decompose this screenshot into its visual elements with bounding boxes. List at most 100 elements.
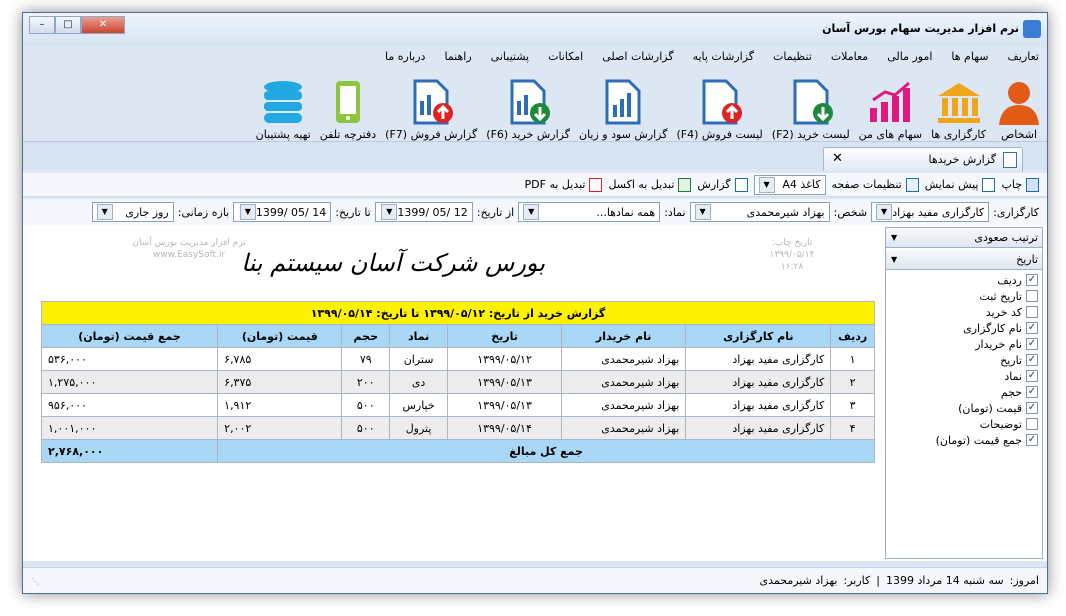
- checkbox-checked-icon[interactable]: ✓: [1026, 322, 1038, 334]
- menu-item[interactable]: درباره ما: [385, 50, 425, 63]
- minimize-icon[interactable]: –: [29, 16, 55, 34]
- from-date-label: از تاریخ:: [476, 205, 515, 219]
- table-cell: ۶,۷۸۵: [217, 347, 343, 371]
- checkbox-checked-icon[interactable]: ✓: [1026, 274, 1038, 286]
- column-toggle[interactable]: ✓ نام خریدار: [886, 336, 1042, 352]
- table-cell: ۳: [830, 393, 875, 417]
- column-toggle[interactable]: توضیحات: [886, 416, 1042, 432]
- column-toggle[interactable]: ✓ حجم: [886, 384, 1042, 400]
- table-cell: ۴: [830, 416, 875, 440]
- close-tab-icon[interactable]: ✕: [832, 151, 843, 166]
- close-icon[interactable]: ✕: [81, 16, 125, 34]
- total-row: جمع کل مبالغ ۲,۷۶۸,۰۰۰: [40, 439, 875, 463]
- column-toggle-label: تاریخ: [1000, 353, 1022, 367]
- column-toggle[interactable]: ✓ تاریخ: [886, 352, 1042, 368]
- persons-button[interactable]: اشخاص: [995, 78, 1043, 147]
- buy-list-button[interactable]: لیست خرید (F2): [772, 78, 850, 147]
- pdf-export-button[interactable]: تبدیل به PDF: [525, 177, 603, 192]
- table-cell: ۱,۲۷۵,۰۰۰: [40, 370, 219, 394]
- broker-select[interactable]: کارگزاری مفید بهزاد ▼: [871, 202, 990, 222]
- title-bar: نرم افزار مدیریت سهام بورس آسان – □ ✕: [23, 13, 1047, 45]
- table-cell: دی: [389, 370, 449, 394]
- checkbox-checked-icon[interactable]: ✓: [1026, 338, 1038, 350]
- column-toggle[interactable]: تاریخ ثبت: [886, 288, 1042, 304]
- from-date-picker[interactable]: ▼ 1399/ 05/ 12: [374, 202, 473, 222]
- maximize-icon[interactable]: □: [55, 16, 81, 34]
- chevron-down-icon: ▼: [96, 204, 113, 220]
- menu-item[interactable]: تعاریف: [1008, 50, 1039, 63]
- sort-field-dropdown[interactable]: تاریخ ▼: [886, 250, 1042, 270]
- column-toggle[interactable]: ✓ نماد: [886, 368, 1042, 384]
- profit-loss-report-button[interactable]: گزارش سود و زیان: [579, 78, 668, 147]
- checkbox-checked-icon[interactable]: ✓: [1026, 354, 1038, 366]
- main-window: نرم افزار مدیریت سهام بورس آسان – □ ✕ تع…: [22, 12, 1048, 594]
- checkbox-unchecked-icon[interactable]: [1026, 290, 1038, 302]
- report-up-icon: [407, 78, 455, 126]
- report-button[interactable]: گزارش: [697, 177, 748, 192]
- preview-button[interactable]: پیش نمایش: [925, 177, 996, 192]
- checkbox-unchecked-icon[interactable]: [1026, 418, 1038, 430]
- period-label: بازه زمانی:: [177, 205, 230, 219]
- menu-item[interactable]: تنظیمات: [773, 50, 812, 63]
- column-toggle[interactable]: ✓ قیمت (تومان): [886, 400, 1042, 416]
- menu-item[interactable]: امور مالی: [887, 50, 932, 63]
- chart-icon: [866, 78, 914, 126]
- print-button[interactable]: چاپ: [1001, 177, 1039, 192]
- checkbox-checked-icon[interactable]: ✓: [1026, 386, 1038, 398]
- to-date-picker[interactable]: ▼ 1399/ 05/ 14: [233, 202, 332, 222]
- menu-item[interactable]: معاملات: [831, 50, 868, 63]
- table-cell: ۱۳۹۹/۰۵/۱۲: [447, 347, 562, 371]
- column-toggle[interactable]: ✓ جمع قیمت (تومان): [886, 432, 1042, 448]
- menu-item[interactable]: گزارشات پایه: [693, 50, 754, 63]
- symbol-select[interactable]: همه نمادها... ▼: [518, 202, 661, 222]
- checkbox-checked-icon[interactable]: ✓: [1026, 434, 1038, 446]
- backup-button[interactable]: تهیه پشتیبان: [256, 78, 311, 147]
- checkbox-checked-icon[interactable]: ✓: [1026, 370, 1038, 382]
- excel-export-button[interactable]: تبدیل به اکسل: [608, 177, 692, 192]
- today-date: سه شنبه 14 مرداد 1399: [885, 574, 1004, 587]
- chevron-down-icon: ▼: [239, 204, 256, 220]
- sell-list-button[interactable]: لیست فروش (F4): [677, 78, 763, 147]
- chevron-down-icon: ▼: [523, 204, 540, 220]
- menu-item[interactable]: سهام ها: [951, 50, 988, 63]
- tab-purchase-report[interactable]: گزارش خریدها ✕: [823, 147, 1023, 171]
- pdf-icon: [589, 177, 603, 192]
- sell-report-button[interactable]: گزارش فروش (F7): [385, 78, 477, 147]
- column-header: قیمت (تومان): [217, 324, 343, 348]
- checkbox-unchecked-icon[interactable]: [1026, 306, 1038, 318]
- column-header: ردیف: [830, 324, 875, 348]
- resize-grip-icon[interactable]: ⋰: [29, 577, 39, 587]
- checkbox-checked-icon[interactable]: ✓: [1026, 402, 1038, 414]
- buy-report-button[interactable]: گزارش خرید (F6): [486, 78, 570, 147]
- table-row: ۴ کارگزاری مفید بهزاد بهزاد شیرمحمدی ۱۳۹۹/۰…: [40, 416, 875, 440]
- column-toggle-label: جمع قیمت (تومان): [935, 433, 1022, 447]
- period-select[interactable]: روز جاری ▼: [91, 202, 174, 222]
- table-cell: ستران: [389, 347, 449, 371]
- column-toggle-label: توضیحات: [979, 417, 1022, 431]
- menu-item[interactable]: امکانات: [548, 50, 583, 63]
- column-toggle-label: حجم: [1000, 385, 1022, 399]
- phonebook-button[interactable]: دفترچه تلفن: [320, 78, 376, 147]
- column-toggle[interactable]: ✓ ردیف: [886, 272, 1042, 288]
- menu-item[interactable]: گزارشات اصلی: [602, 50, 673, 63]
- person-select[interactable]: بهزاد شیرمحمدی ▼: [689, 202, 830, 222]
- filter-toolbar: کارگزاری: کارگزاری مفید بهزاد ▼ شخص: بهزا…: [23, 199, 1047, 225]
- chevron-down-icon: ▼: [876, 204, 893, 220]
- column-toggle[interactable]: ✓ نام کارگزاری: [886, 320, 1042, 336]
- table-cell: کارگزاری مفید بهزاد: [685, 347, 832, 371]
- table-cell: بهزاد شیرمحمدی: [560, 416, 687, 440]
- paper-size-select[interactable]: کاغذ A4 ▼: [753, 174, 826, 195]
- menu-item[interactable]: پشتیبانی: [491, 50, 529, 63]
- purchase-table: گزارش خرید از تاریخ: ۱۳۹۹/۰۵/۱۲ تا تاریخ…: [40, 301, 875, 463]
- report-toolbar: چاپ پیش نمایش تنظیمات صفحه کاغذ A4 ▼ گزار…: [23, 173, 1047, 197]
- table-row: ۲ کارگزاری مفید بهزاد بهزاد شیرمحمدی ۱۳۹۹/۰…: [40, 370, 875, 394]
- report-preview: تاریخ چاپ: ۱۳۹۹/۰۵/۱۴ ۱۶:۲۸ بورس شرکت آس…: [30, 225, 875, 561]
- menu-item[interactable]: راهنما: [444, 50, 471, 63]
- sort-order-dropdown[interactable]: ترتیب صعودی ▼: [886, 228, 1042, 248]
- my-stocks-button[interactable]: سهام های من: [859, 78, 922, 147]
- column-toggle[interactable]: کد خرید: [886, 304, 1042, 320]
- table-cell: بهزاد شیرمحمدی: [560, 393, 687, 417]
- brokers-button[interactable]: کارگزاری ها: [931, 78, 986, 147]
- page-settings-button[interactable]: تنظیمات صفحه: [832, 177, 919, 192]
- table-cell: ۷۹: [341, 347, 391, 371]
